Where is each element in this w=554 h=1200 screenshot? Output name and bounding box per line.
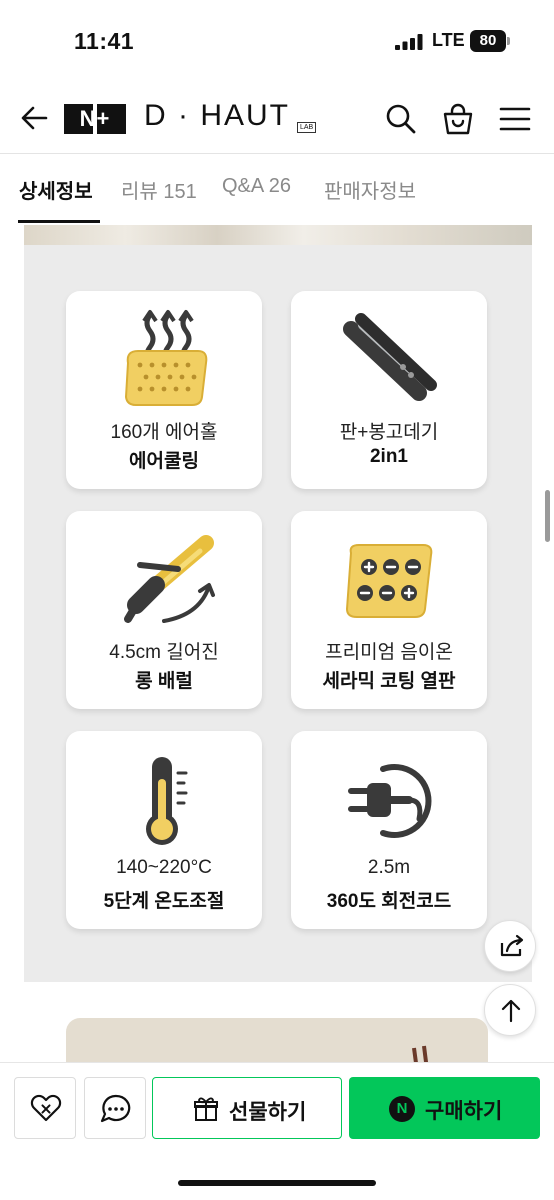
battery-indicator: 80 [470, 30, 506, 52]
feature-card: 4.5cm 길어진 롱 배럴 [66, 511, 262, 709]
top-header: N+ D · HAUT LAB [0, 84, 554, 154]
feature-card: 2.5m 360도 회전코드 [291, 731, 487, 929]
signal-icon [395, 34, 423, 50]
detail-tabs: 상세정보 리뷰 151 Q&A 26 판매자정보 [0, 155, 554, 225]
network-label: LTE [432, 30, 465, 50]
logo-divider [93, 104, 97, 134]
hamburger-menu-icon[interactable] [498, 102, 532, 136]
air-holes-icon [124, 310, 208, 406]
share-icon [500, 934, 524, 957]
status-bar: 11:41 LTE 80 [0, 0, 554, 84]
status-time: 11:41 [74, 28, 135, 54]
scrollbar[interactable] [545, 490, 550, 542]
feature-card: 판+봉고데기 2in1 [291, 291, 487, 489]
feature-line2: 360도 회전코드 [326, 891, 452, 912]
feature-line2: 2in1 [369, 446, 409, 467]
tab-details[interactable]: 상세정보 [19, 175, 93, 204]
active-tab-indicator [18, 220, 100, 223]
share-button[interactable] [484, 920, 536, 972]
scroll-top-button[interactable] [484, 984, 536, 1036]
back-arrow-icon[interactable] [18, 100, 50, 136]
buy-button[interactable]: N 구매하기 [349, 1077, 540, 1139]
feature-line2: 5단계 온도조절 [103, 891, 225, 912]
brand-logo-sub: LAB [297, 122, 317, 133]
feature-line2: 세라믹 코팅 열판 [322, 671, 456, 692]
tab-seller-info[interactable]: 판매자정보 [324, 175, 416, 204]
shopping-bag-icon[interactable] [441, 102, 475, 136]
gift-button[interactable]: 선물하기 [152, 1077, 342, 1139]
product-photo-edge [24, 225, 532, 245]
brand-logo[interactable]: D · HAUT [144, 99, 290, 133]
curling-iron-icon [124, 535, 215, 623]
tab-qna[interactable]: Q&A 26 [222, 175, 291, 198]
battery-cap [507, 37, 510, 45]
naver-pay-icon: N [389, 1096, 415, 1122]
heart-plus-icon [30, 1094, 62, 1122]
thermometer-icon [146, 757, 188, 845]
feature-line1: 프리미엄 음이온 [325, 642, 453, 663]
tab-reviews[interactable]: 리뷰 151 [121, 175, 197, 204]
gift-button-label: 선물하기 [229, 1101, 307, 1124]
feature-line2: 롱 배럴 [135, 671, 193, 692]
home-indicator [178, 1180, 376, 1186]
feature-line1: 140~220°C [116, 857, 212, 878]
feature-line1: 4.5cm 길어진 [109, 642, 219, 663]
feature-card: 140~220°C 5단계 온도조절 [66, 731, 262, 929]
swivel-cord-icon [348, 764, 432, 838]
feature-panel: 160개 에어홀 에어쿨링 판+봉고데기 2in1 4.5cm 길어진 롱 배럴 [24, 225, 532, 982]
feature-line1: 판+봉고데기 [339, 422, 439, 443]
flat-iron-icon [343, 313, 437, 401]
wishlist-button[interactable] [14, 1077, 76, 1139]
talk-button[interactable] [84, 1077, 146, 1139]
arrow-up-icon [501, 999, 521, 1023]
feature-line1: 2.5m [367, 857, 411, 878]
naver-plus-logo[interactable]: N+ [64, 104, 126, 134]
search-icon[interactable] [384, 102, 418, 136]
feature-line2: 에어쿨링 [129, 451, 199, 472]
gift-icon [194, 1097, 218, 1121]
feature-card: 프리미엄 음이온 세라믹 코팅 열판 [291, 511, 487, 709]
feature-line1: 160개 에어홀 [110, 422, 218, 443]
feature-card: 160개 에어홀 에어쿨링 [66, 291, 262, 489]
chat-bubble-icon [100, 1094, 131, 1123]
ion-plate-icon [345, 544, 433, 618]
buy-button-label: 구매하기 [425, 1100, 503, 1123]
